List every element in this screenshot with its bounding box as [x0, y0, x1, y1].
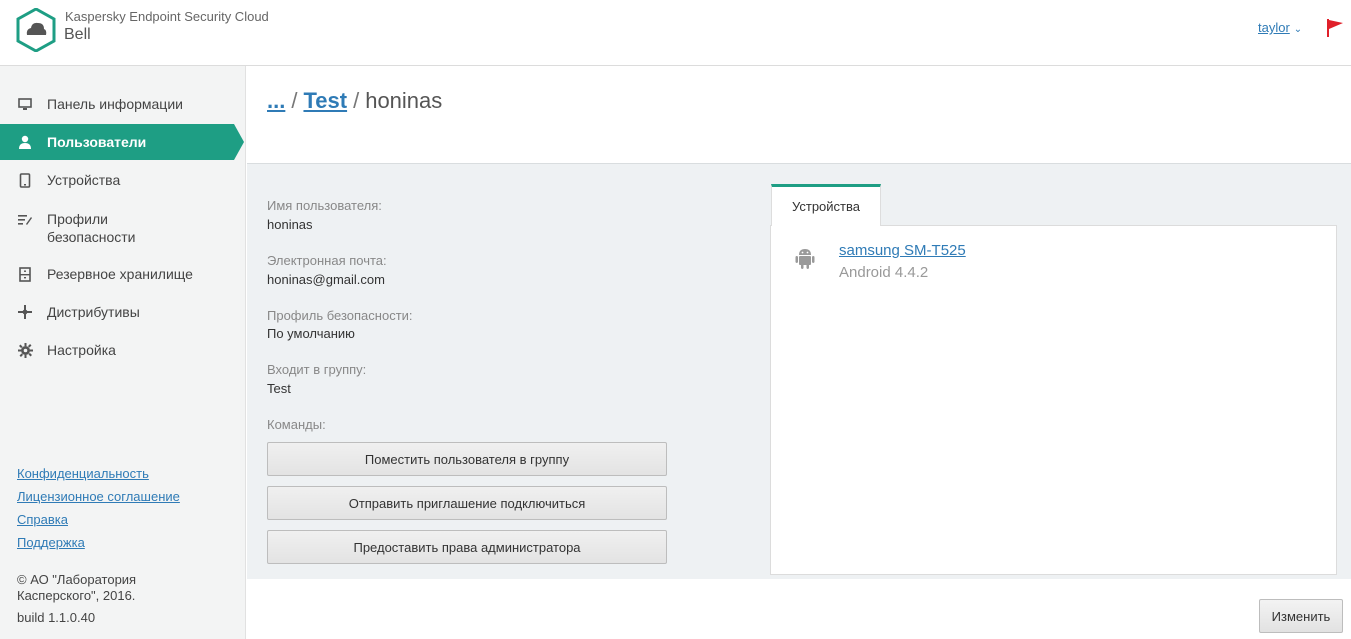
storage-icon	[17, 266, 33, 282]
group-value: Test	[267, 381, 291, 396]
breadcrumb-current: honinas	[365, 88, 443, 113]
device-os: Android 4.4.2	[839, 264, 929, 281]
chevron-down-icon: ⌄	[1293, 24, 1303, 35]
email-value: honinas@gmail.com	[267, 272, 385, 287]
sidebar-item-label: Резервное хранилище	[47, 266, 193, 282]
sidebar-item-label: Дистрибутивы	[47, 304, 140, 320]
commands-label: Команды:	[267, 417, 326, 432]
sidebar-item-label: Пользователи	[47, 134, 147, 150]
device-icon	[17, 172, 33, 188]
android-icon	[795, 249, 815, 269]
user-icon	[17, 134, 33, 150]
sidebar-item-settings[interactable]: Настройка	[0, 332, 246, 368]
username-value: honinas	[267, 217, 313, 232]
sidebar: Панель информации Пользователи Устройств…	[0, 66, 246, 639]
monitor-icon	[17, 96, 33, 112]
gear-icon	[17, 342, 33, 358]
sidebar-item-label: Настройка	[47, 342, 116, 358]
help-link[interactable]: Справка	[17, 512, 68, 527]
breadcrumb-group-link[interactable]: Test	[303, 88, 347, 113]
profiles-icon	[17, 212, 33, 228]
username-label: Имя пользователя:	[267, 198, 382, 213]
support-link[interactable]: Поддержка	[17, 535, 85, 550]
breadcrumb-root-link[interactable]: ...	[267, 88, 285, 113]
org-name: Bell	[64, 26, 91, 43]
device-name-link[interactable]: samsung SM-T525	[839, 242, 966, 259]
tab-devices[interactable]: Устройства	[771, 184, 881, 226]
distrib-icon	[17, 304, 33, 320]
sidebar-item-security-profiles[interactable]: Профили безопасности	[0, 208, 246, 248]
grant-admin-button[interactable]: Предоставить права администратора	[267, 530, 667, 564]
sidebar-item-users[interactable]: Пользователи	[0, 124, 244, 160]
email-label: Электронная почта:	[267, 253, 387, 268]
privacy-link[interactable]: Конфиденциальность	[17, 466, 149, 481]
license-agreement-link[interactable]: Лицензионное соглашение	[17, 489, 180, 504]
build-version: build 1.1.0.40	[17, 610, 96, 625]
security-profile-label: Профиль безопасности:	[267, 308, 413, 323]
user-name: taylor	[1258, 20, 1290, 35]
user-menu[interactable]: taylor ⌄	[1258, 20, 1302, 35]
copyright: © АО "Лаборатория Касперского", 2016.	[17, 572, 137, 603]
breadcrumb-separator: /	[353, 88, 360, 113]
breadcrumb-separator: /	[291, 88, 298, 113]
flag-icon[interactable]	[1326, 18, 1344, 38]
edit-button[interactable]: Изменить	[1259, 599, 1343, 633]
sidebar-item-devices[interactable]: Устройства	[0, 162, 246, 198]
sidebar-item-label: Панель информации	[47, 96, 183, 112]
breadcrumb: ... / Test / honinas	[267, 88, 442, 114]
send-invite-button[interactable]: Отправить приглашение подключиться	[267, 486, 667, 520]
group-label: Входит в группу:	[267, 362, 367, 377]
sidebar-item-label: Устройства	[47, 172, 121, 188]
app-header: Kaspersky Endpoint Security Cloud Bell t…	[0, 0, 1351, 66]
move-to-group-button[interactable]: Поместить пользователя в группу	[267, 442, 667, 476]
sidebar-item-dashboard[interactable]: Панель информации	[0, 86, 246, 122]
sidebar-item-distributives[interactable]: Дистрибутивы	[0, 294, 246, 330]
security-profile-value: По умолчанию	[267, 326, 355, 341]
sidebar-item-backup-storage[interactable]: Резервное хранилище	[0, 256, 246, 292]
sidebar-item-label: Профили безопасности	[47, 211, 136, 245]
app-title: Kaspersky Endpoint Security Cloud	[65, 9, 269, 24]
kaspersky-logo-icon	[16, 8, 56, 52]
